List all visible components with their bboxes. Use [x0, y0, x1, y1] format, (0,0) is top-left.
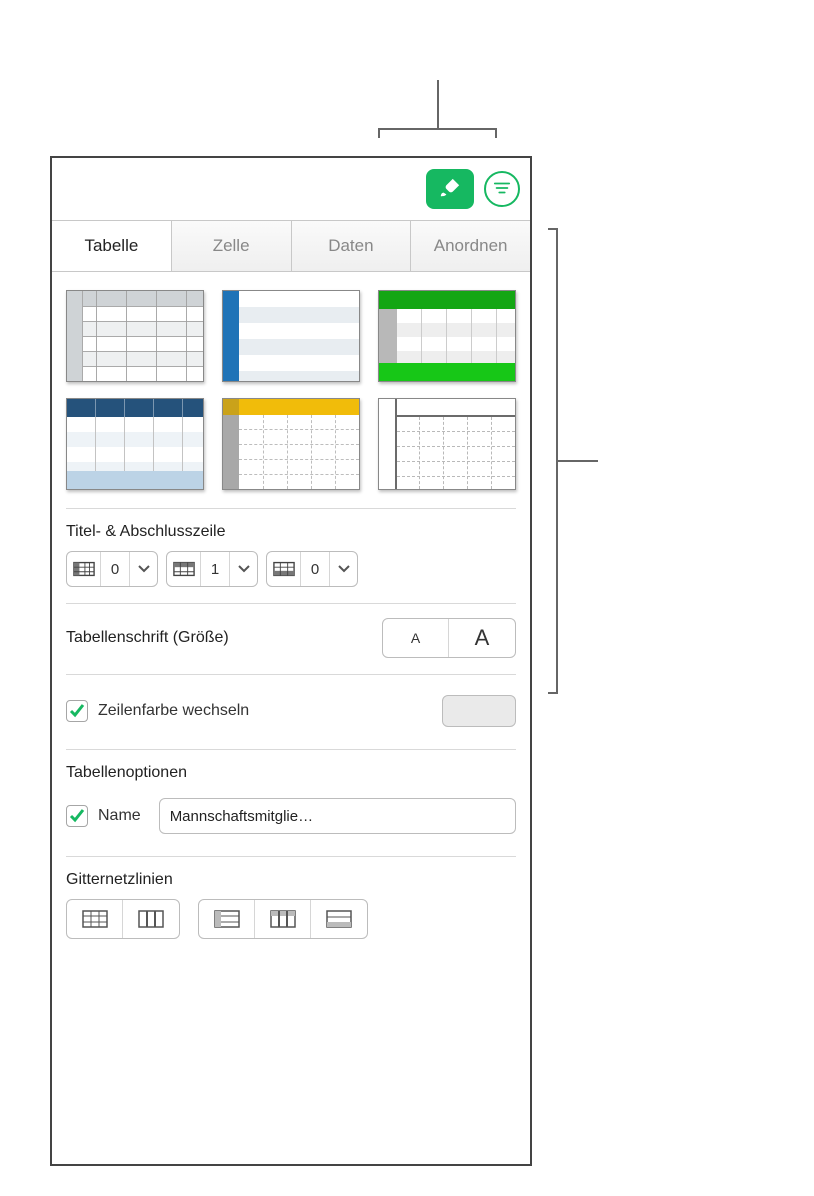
- header-columns-stepper[interactable]: 0: [66, 551, 158, 587]
- table-name-label: Name: [98, 807, 141, 825]
- table-options-section: Tabellenoptionen Name Mannschaftsmitglie…: [66, 749, 516, 856]
- gridlines-body-segment: [66, 899, 180, 939]
- tab-tabelle[interactable]: Tabelle: [52, 221, 172, 271]
- footer-rows-value: 0: [301, 552, 329, 586]
- alternating-rows-section: Zeilenfarbe wechseln: [66, 674, 516, 749]
- organize-icon: [493, 181, 511, 198]
- header-columns-icon: [67, 552, 101, 586]
- table-options-title: Tabellenoptionen: [66, 764, 516, 782]
- inspector-tabs: Tabelle Zelle Daten Anordnen: [52, 220, 530, 272]
- font-smaller-button[interactable]: A: [383, 619, 449, 657]
- alternating-color-well[interactable]: [442, 695, 516, 727]
- gridlines-section: Gitternetzlinien: [66, 856, 516, 955]
- table-style-6[interactable]: [378, 398, 516, 490]
- table-style-2[interactable]: [222, 290, 360, 382]
- gridlines-footer-rows-button[interactable]: [311, 900, 367, 938]
- table-style-5[interactable]: [222, 398, 360, 490]
- table-style-4[interactable]: [66, 398, 204, 490]
- gridlines-header-cols-button[interactable]: [199, 900, 255, 938]
- format-button[interactable]: [426, 169, 474, 209]
- organize-button[interactable]: [484, 171, 520, 207]
- gridlines-vertical-button[interactable]: [123, 900, 179, 938]
- table-styles-grid: [66, 272, 516, 508]
- footer-rows-stepper[interactable]: 0: [266, 551, 358, 587]
- chevron-down-icon[interactable]: [329, 552, 357, 586]
- header-columns-value: 0: [101, 552, 129, 586]
- paintbrush-icon: [439, 177, 461, 202]
- headers-footers-title: Titel- & Abschlusszeile: [66, 523, 516, 541]
- footer-rows-icon: [267, 552, 301, 586]
- tab-anordnen[interactable]: Anordnen: [411, 221, 530, 271]
- header-rows-icon: [167, 552, 201, 586]
- headers-footers-section: Titel- & Abschlusszeile 0 1: [66, 508, 516, 603]
- chevron-down-icon[interactable]: [229, 552, 257, 586]
- format-inspector-panel: Tabelle Zelle Daten Anordnen: [50, 156, 532, 1166]
- tab-zelle[interactable]: Zelle: [172, 221, 292, 271]
- table-font-section: Tabellenschrift (Größe) A A: [66, 603, 516, 674]
- callout-right-bracket: [540, 228, 584, 694]
- gridlines-header-segment: [198, 899, 368, 939]
- alternating-rows-label: Zeilenfarbe wechseln: [98, 702, 249, 720]
- table-style-3[interactable]: [378, 290, 516, 382]
- table-name-checkbox[interactable]: [66, 805, 88, 827]
- callout-top-bracket: [378, 80, 497, 140]
- gridlines-header-rows-button[interactable]: [255, 900, 311, 938]
- table-name-input[interactable]: Mannschaftsmitglie…: [159, 798, 516, 834]
- gridlines-title: Gitternetzlinien: [66, 871, 516, 889]
- header-rows-stepper[interactable]: 1: [166, 551, 258, 587]
- font-size-segment: A A: [382, 618, 516, 658]
- chevron-down-icon[interactable]: [129, 552, 157, 586]
- header-rows-value: 1: [201, 552, 229, 586]
- tab-daten[interactable]: Daten: [292, 221, 412, 271]
- alternating-rows-checkbox[interactable]: [66, 700, 88, 722]
- gridlines-horizontal-button[interactable]: [67, 900, 123, 938]
- inspector-toolbar: [52, 158, 530, 220]
- table-style-1[interactable]: [66, 290, 204, 382]
- font-larger-button[interactable]: A: [449, 619, 515, 657]
- table-font-title: Tabellenschrift (Größe): [66, 628, 229, 647]
